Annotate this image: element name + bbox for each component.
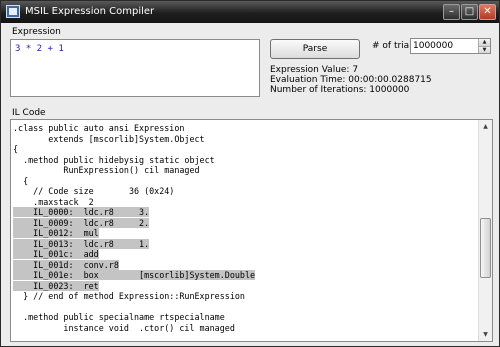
chevron-up-icon: ▲: [482, 39, 487, 45]
code-line: {: [13, 176, 479, 187]
code-line-text: {: [13, 144, 19, 154]
chevron-down-icon: ▼: [482, 47, 487, 53]
code-line: } // end of method Expression::RunExpres…: [13, 291, 479, 302]
code-line-text: IL_0012: mul: [13, 228, 99, 238]
il-code-textarea[interactable]: .class public auto ansi Expression exten…: [10, 119, 493, 342]
code-line: IL_0012: mul: [13, 228, 479, 239]
code-line: IL_001d: conv.r8: [13, 259, 479, 271]
code-line: .method public hidebysig static object: [13, 155, 479, 166]
chevron-up-icon: ▲: [483, 123, 488, 130]
scrollbar-thumb[interactable]: [480, 218, 491, 278]
code-line-text: .method public specialname rtspecialname: [13, 312, 225, 322]
iterations-text: Number of Iterations: 1000000: [270, 85, 410, 95]
code-line-text: IL_001e: box [mscorlib]System.Double: [13, 270, 256, 280]
code-line: instance void .ctor() cil managed: [13, 323, 479, 334]
il-code-content: .class public auto ansi Expression exten…: [13, 123, 479, 333]
code-line: IL_0009: ldc.r8 2.: [13, 217, 479, 229]
scroll-up-button[interactable]: ▲: [479, 120, 492, 133]
close-button[interactable]: ✕: [479, 4, 496, 20]
parse-button[interactable]: Parse: [270, 39, 360, 59]
vertical-scrollbar[interactable]: ▲ ▼: [478, 120, 492, 341]
code-line-text: .maxstack 2: [13, 196, 94, 207]
code-line-text: extends [mscorlib]System.Object: [13, 133, 205, 144]
chevron-down-icon: ▼: [483, 331, 488, 338]
expression-label: Expression: [12, 27, 61, 37]
code-line-text: IL_0009: ldc.r8 2.: [13, 217, 150, 228]
minimize-button[interactable]: –: [443, 4, 460, 20]
code-line: IL_0000: ldc.r8 3.: [13, 207, 479, 218]
code-line-text: IL_001c: add: [13, 249, 99, 259]
code-line-text: .class public auto ansi Expression: [13, 123, 185, 133]
trials-increment-button[interactable]: ▲: [478, 39, 490, 46]
trials-stepper[interactable]: ▲ ▼: [410, 38, 491, 54]
code-line: RunExpression() cil managed: [13, 165, 479, 176]
code-line: .class public auto ansi Expression: [13, 123, 479, 134]
app-icon: [6, 5, 20, 18]
code-line-text: IL_0023: ret: [13, 280, 99, 291]
code-line-text: RunExpression() cil managed: [13, 165, 200, 175]
expression-input[interactable]: 3 * 2 + 1: [10, 39, 260, 97]
code-line-text: {: [13, 175, 29, 186]
maximize-icon: □: [464, 6, 475, 17]
code-line-text: IL_0013: ldc.r8 1.: [13, 238, 150, 249]
trials-decrement-button[interactable]: ▼: [478, 46, 490, 53]
code-line-text: .method public hidebysig static object: [13, 154, 215, 165]
title-bar[interactable]: MSIL Expression Compiler – □ ✕: [1, 1, 499, 23]
close-icon: ✕: [483, 6, 492, 17]
code-line: .method public specialname rtspecialname: [13, 312, 479, 323]
maximize-button[interactable]: □: [461, 4, 478, 20]
expression-value-text: Expression Value: 7: [270, 65, 359, 75]
code-line-text: instance void .ctor() cil managed: [13, 322, 235, 333]
code-line-text: IL_0000: ldc.r8 3.: [13, 207, 150, 217]
app-window: MSIL Expression Compiler – □ ✕ Expressio…: [0, 0, 500, 347]
code-line: IL_0013: ldc.r8 1.: [13, 238, 479, 250]
code-line: // Code size 36 (0x24): [13, 186, 479, 197]
code-line: extends [mscorlib]System.Object: [13, 134, 479, 145]
scroll-down-button[interactable]: ▼: [479, 328, 492, 341]
code-line: {: [13, 144, 479, 155]
code-line: .maxstack 2: [13, 197, 479, 208]
code-line: IL_001c: add: [13, 249, 479, 260]
evaluation-time-text: Evaluation Time: 00:00:00.0288715: [270, 75, 432, 85]
code-line: IL_0023: ret: [13, 280, 479, 292]
il-code-label: IL Code: [12, 108, 46, 118]
code-line-text: // Code size 36 (0x24): [13, 186, 175, 196]
window-title: MSIL Expression Compiler: [25, 6, 155, 17]
trials-input[interactable]: [411, 39, 478, 53]
code-line: IL_001e: box [mscorlib]System.Double: [13, 270, 479, 281]
code-line-text: } // end of method Expression::RunExpres…: [13, 291, 245, 301]
minimize-icon: –: [449, 6, 454, 17]
code-line-text: IL_001d: conv.r8: [13, 259, 119, 270]
